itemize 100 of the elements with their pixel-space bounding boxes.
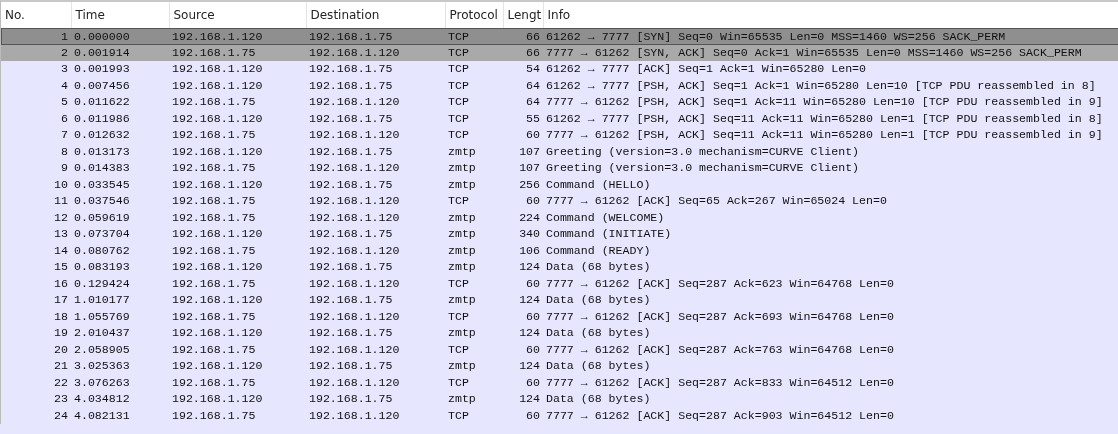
- column-header[interactable]: No.: [1, 2, 71, 28]
- table-cell-text: 192.168.1.120: [308, 374, 401, 391]
- table-cell-text: 11: [53, 193, 69, 210]
- table-cell-text: 124: [518, 292, 541, 309]
- column-header[interactable]: Lengt: [503, 2, 543, 28]
- table-cell-text: 2.058905: [73, 341, 131, 358]
- table-cell-text: 61262 → 7777 [PSH, ACK] Seq=1 Ack=1 Win=65280 Len=10 [TCP PDU reassembled in 8]: [545, 77, 1097, 94]
- table-cell-text: 192.168.1.120: [308, 308, 401, 325]
- table-cell-text: 16: [53, 275, 69, 292]
- table-cell-text: 60: [525, 407, 541, 424]
- table-cell-text: zmtp: [447, 160, 477, 177]
- table-cell-text: TCP: [447, 77, 470, 94]
- table-cell-text: 21: [53, 358, 69, 375]
- table-cell: 0.001914: [71, 44, 169, 61]
- table-cell-text: 192.168.1.75: [308, 226, 394, 243]
- table-cell-text: 7: [60, 127, 69, 144]
- table-cell-text: 192.168.1.75: [171, 308, 257, 325]
- table-cell-text: 12: [53, 209, 69, 226]
- column-header[interactable]: Time: [71, 2, 169, 28]
- table-cell-text: 0.037546: [73, 193, 131, 210]
- table-cell-text: 192.168.1.120: [171, 358, 264, 375]
- table-cell: 192.168.1.120: [169, 61, 306, 78]
- table-cell-text: TCP: [447, 374, 470, 391]
- table-cell-text: zmtp: [447, 259, 477, 276]
- table-cell-text: 2.010437: [73, 325, 131, 342]
- table-cell: 7777 → 61262 [SYN, ACK] Seq=0 Ack=1 Win=65535 Len=0 MSS=1460 WS=256 SACK_PERM: [543, 44, 1118, 61]
- table-cell-text: 192.168.1.120: [308, 341, 401, 358]
- table-cell-text: 192.168.1.120: [308, 275, 401, 292]
- table-cell-text: 60: [525, 341, 541, 358]
- table-cell-text: 106: [518, 242, 541, 259]
- table-cell-text: Greeting (version=3.0 mechanism=CURVE Client): [545, 160, 861, 177]
- table-cell: TCP: [445, 61, 503, 78]
- table-cell: 192.168.1.120: [169, 28, 306, 45]
- table-cell-text: TCP: [447, 127, 470, 144]
- table-cell-text: 192.168.1.120: [171, 325, 264, 342]
- table-cell: 0.001993: [71, 61, 169, 78]
- table-cell-text: Data (68 bytes): [545, 325, 652, 342]
- table-cell-text: 124: [518, 259, 541, 276]
- table-cell: 66: [503, 28, 543, 45]
- table-cell-text: 7777 → 61262 [PSH, ACK] Seq=1 Ack=11 Win=65280 Len=10 [TCP PDU reassembled in 9]: [545, 94, 1104, 111]
- table-cell-text: 7777 → 61262 [ACK] Seq=287 Ack=693 Win=64768 Len=0: [545, 308, 895, 325]
- table-cell-text: 0.059619: [73, 209, 131, 226]
- table-cell-text: 0.073704: [73, 226, 131, 243]
- table-cell-text: zmtp: [447, 226, 477, 243]
- table-cell-text: 55: [525, 110, 541, 127]
- table-cell-text: 192.168.1.75: [171, 374, 257, 391]
- table-cell-text: 4.034812: [73, 391, 131, 408]
- table-cell: 192.168.1.75: [306, 28, 445, 45]
- table-cell-text: zmtp: [447, 391, 477, 408]
- column-header[interactable]: Protocol: [445, 2, 503, 28]
- table-cell: 61262 → 7777 [ACK] Seq=1 Ack=1 Win=65280 Len=0: [543, 61, 1118, 78]
- table-cell-text: TCP: [447, 308, 470, 325]
- table-cell-text: 15: [53, 259, 69, 276]
- table-cell-text: 192.168.1.120: [171, 143, 264, 160]
- table-cell-text: 192.168.1.75: [171, 242, 257, 259]
- table-cell-text: 192.168.1.120: [308, 160, 401, 177]
- table-cell-text: 192.168.1.120: [171, 77, 264, 94]
- table-cell-text: 107: [518, 143, 541, 160]
- packet-row[interactable]: 1 0.000000 192.168.1.120 192.168.1.75 TCP 66 61262 → 7777 [SYN] Seq=0 Win=65535 Len=0 MSS=1460 WS=256 SACK_PERM: [1, 28, 1118, 45]
- table-cell-text: 60: [525, 374, 541, 391]
- table-cell-text: 22: [53, 374, 69, 391]
- table-cell: 2: [1, 44, 71, 61]
- table-cell-text: 24: [53, 407, 69, 424]
- table-cell-text: 192.168.1.120: [171, 226, 264, 243]
- table-cell-text: 17: [53, 292, 69, 309]
- table-cell-text: 192.168.1.75: [171, 341, 257, 358]
- table-cell-text: 5: [60, 94, 69, 111]
- table-cell-text: 0.007456: [73, 77, 131, 94]
- table-cell-text: 192.168.1.75: [308, 259, 394, 276]
- table-cell-text: 7777 → 61262 [ACK] Seq=287 Ack=903 Win=64512 Len=0: [545, 407, 895, 424]
- table-cell-text: 1.010177: [73, 292, 131, 309]
- table-cell-text: 9: [60, 160, 69, 177]
- table-cell-text: Data (68 bytes): [545, 259, 652, 276]
- column-header[interactable]: Info: [543, 2, 1118, 28]
- table-cell-text: 0.014383: [73, 160, 131, 177]
- table-cell-text: 0.080762: [73, 242, 131, 259]
- table-cell-text: 64: [525, 94, 541, 111]
- table-cell-text: 6: [60, 110, 69, 127]
- column-header[interactable]: Source: [169, 2, 306, 28]
- table-cell-text: 192.168.1.75: [171, 94, 257, 111]
- table-cell-text: Data (68 bytes): [545, 292, 652, 309]
- column-header[interactable]: Destination: [306, 2, 445, 28]
- table-cell-text: 192.168.1.120: [308, 407, 401, 424]
- table-cell-text: 3.076263: [73, 374, 131, 391]
- table-cell-text: 0.011986: [73, 110, 131, 127]
- table-cell-text: 192.168.1.120: [171, 391, 264, 408]
- table-cell-text: Command (READY): [545, 242, 652, 259]
- table-cell: 1: [1, 28, 71, 45]
- table-cell-text: 192.168.1.75: [308, 391, 394, 408]
- table-cell: TCP: [445, 44, 503, 61]
- table-cell-text: 192.168.1.120: [308, 94, 401, 111]
- table-cell-text: 192.168.1.75: [171, 407, 257, 424]
- table-cell-text: 1.055769: [73, 308, 131, 325]
- table-cell: 66: [503, 44, 543, 61]
- table-cell-text: TCP: [447, 110, 470, 127]
- table-cell-text: 10: [53, 176, 69, 193]
- table-cell-text: Greeting (version=3.0 mechanism=CURVE Client): [545, 143, 861, 160]
- table-cell-text: 0.033545: [73, 176, 131, 193]
- table-cell: 192.168.1.75: [306, 61, 445, 78]
- table-cell-text: 192.168.1.75: [308, 143, 394, 160]
